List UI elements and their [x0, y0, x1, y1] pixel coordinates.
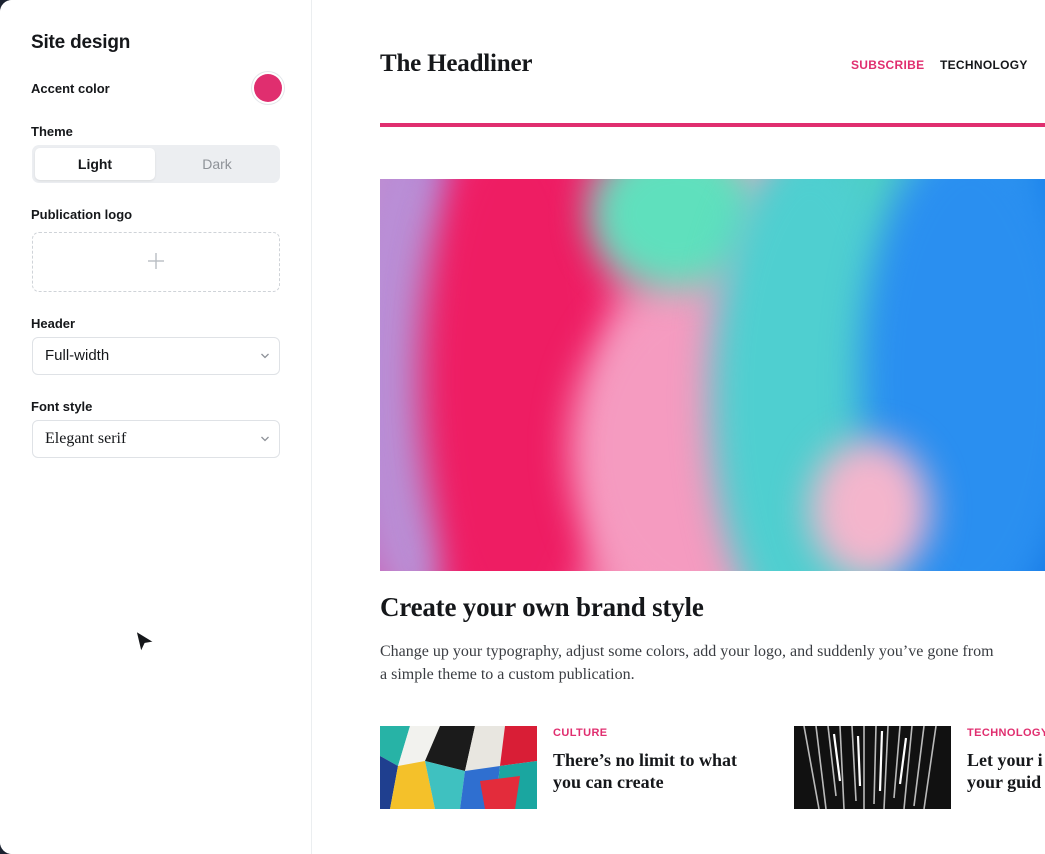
theme-option-dark[interactable]: Dark — [157, 148, 277, 180]
header-select[interactable]: Full-width — [32, 337, 280, 375]
theme-label: Theme — [31, 124, 73, 139]
site-name[interactable]: The Headliner — [380, 50, 532, 78]
chevron-down-icon — [261, 436, 269, 442]
plus-icon — [148, 253, 164, 269]
app-window: Site design Accent color Theme Light Dar… — [0, 0, 1045, 854]
header-select-value: Full-width — [45, 347, 110, 364]
featured-image[interactable] — [380, 179, 1045, 571]
accent-divider — [380, 123, 1045, 127]
card-tag-culture[interactable]: CULTURE — [553, 727, 608, 739]
site-preview: The Headliner SUBSCRIBE TECHNOLOGY Creat… — [312, 0, 1045, 854]
card-thumbnail-technology[interactable] — [794, 726, 951, 809]
mouse-cursor-icon — [135, 630, 155, 653]
featured-article-excerpt: Change up your typography, adjust some c… — [380, 643, 994, 683]
header-label: Header — [31, 316, 76, 331]
sidebar-title: Site design — [31, 32, 131, 53]
nav-subscribe-link[interactable]: SUBSCRIBE — [851, 58, 924, 72]
publication-logo-label: Publication logo — [31, 207, 133, 222]
accent-color-label: Accent color — [31, 81, 110, 96]
card-thumbnail-culture[interactable] — [380, 726, 537, 809]
accent-color-swatch[interactable] — [254, 74, 282, 102]
font-style-select-value: Elegant serif — [45, 430, 127, 447]
card-title-culture[interactable]: There’s no limit to what you can create — [553, 749, 753, 793]
card-tag-technology[interactable]: TECHNOLOGY — [967, 727, 1045, 739]
featured-article-title[interactable]: Create your own brand style — [380, 592, 704, 623]
chevron-down-icon — [261, 353, 269, 359]
card-title-technology[interactable]: Let your i your guid — [967, 749, 1045, 793]
nav-technology-link[interactable]: TECHNOLOGY — [940, 58, 1028, 72]
font-style-select[interactable]: Elegant serif — [32, 420, 280, 458]
theme-option-light[interactable]: Light — [35, 148, 155, 180]
theme-toggle: Light Dark — [32, 145, 280, 183]
design-settings-sidebar: Site design Accent color Theme Light Dar… — [0, 0, 312, 854]
font-style-label: Font style — [31, 399, 93, 414]
